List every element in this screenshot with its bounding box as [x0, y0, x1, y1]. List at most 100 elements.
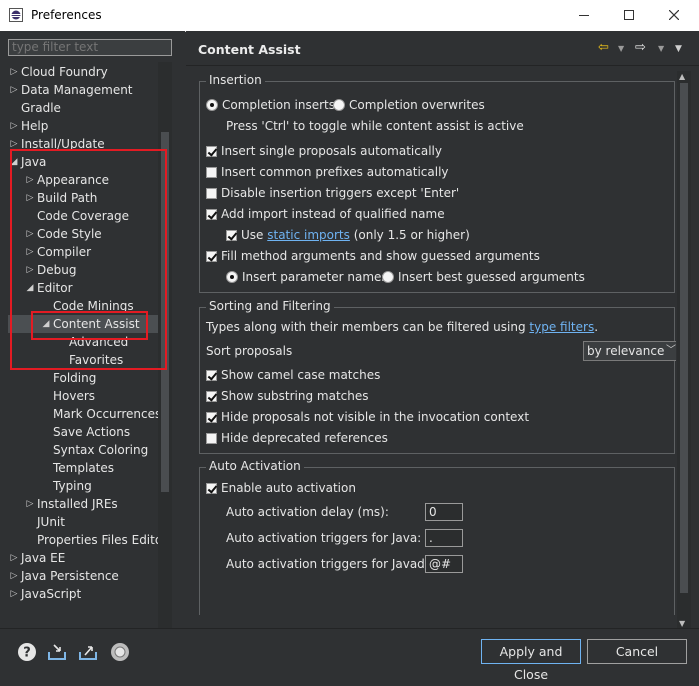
expand-right-icon[interactable]: ▷: [25, 261, 35, 279]
checkbox[interactable]: [206, 167, 217, 178]
expand-right-icon[interactable]: ▷: [9, 585, 19, 603]
sidebar-vertical-scrollbar[interactable]: [158, 62, 172, 636]
tree-item[interactable]: ▷ Java EE: [8, 549, 158, 567]
tree-item[interactable]: ▷ Installed JREs: [8, 495, 158, 513]
disable-triggers-checkbox[interactable]: Disable insertion triggers except 'Enter…: [206, 184, 459, 202]
insert-single-checkbox[interactable]: Insert single proposals automatically: [206, 142, 442, 160]
checkbox[interactable]: [206, 483, 217, 494]
completion-inserts-radio[interactable]: Completion inserts: [206, 96, 335, 114]
checkbox[interactable]: [206, 412, 217, 423]
checkbox[interactable]: [206, 209, 217, 220]
checkbox[interactable]: [226, 230, 237, 241]
apply-and-close-button[interactable]: Apply and Close: [481, 639, 581, 682]
add-import-checkbox[interactable]: Add import instead of qualified name: [206, 205, 445, 223]
tree-item[interactable]: ▷ Debug: [8, 261, 158, 279]
insert-best-guessed-radio[interactable]: Insert best guessed arguments: [382, 268, 585, 286]
tree-item[interactable]: Hovers: [8, 387, 158, 405]
javadoc-triggers-input[interactable]: [425, 555, 463, 573]
checkbox[interactable]: [206, 433, 217, 444]
tree-item[interactable]: ▷ Build Path: [8, 189, 158, 207]
completion-overwrites-radio[interactable]: Completion overwrites: [333, 96, 485, 114]
enable-auto-activation-checkbox[interactable]: Enable auto activation: [206, 479, 356, 497]
scrollbar-thumb[interactable]: [680, 83, 688, 593]
radio-button[interactable]: [333, 99, 345, 111]
tree-item[interactable]: ▷ Java Persistence: [8, 567, 158, 585]
insert-common-checkbox[interactable]: Insert common prefixes automatically: [206, 163, 449, 181]
tree-item[interactable]: ▷ JavaScript: [8, 585, 158, 603]
substring-checkbox[interactable]: Show substring matches: [206, 387, 369, 405]
back-arrow-icon[interactable]: ⇦: [598, 40, 609, 55]
tree-item[interactable]: ◢ Java: [8, 153, 158, 171]
minimize-button[interactable]: [561, 0, 607, 31]
tree-item[interactable]: Save Actions: [8, 423, 158, 441]
radio-button[interactable]: [382, 271, 394, 283]
help-icon[interactable]: ?: [16, 641, 38, 663]
view-menu-icon[interactable]: ▼: [675, 44, 682, 54]
checkbox[interactable]: [206, 146, 217, 157]
expand-right-icon[interactable]: ▷: [9, 549, 19, 567]
expand-right-icon[interactable]: ▷: [9, 117, 19, 135]
use-static-imports-checkbox[interactable]: Use static imports (only 1.5 or higher): [226, 226, 470, 244]
cancel-button[interactable]: Cancel: [587, 639, 687, 664]
tree-item[interactable]: Folding: [8, 369, 158, 387]
insert-parameter-names-radio[interactable]: Insert parameter names: [226, 268, 388, 286]
expand-right-icon[interactable]: ▷: [9, 63, 19, 81]
tree-item[interactable]: Templates: [8, 459, 158, 477]
checkbox[interactable]: [206, 188, 217, 199]
radio-button[interactable]: [206, 99, 218, 111]
tree-item[interactable]: ▷ Code Style: [8, 225, 158, 243]
back-menu-icon[interactable]: ▼: [618, 44, 624, 53]
static-imports-link[interactable]: static imports: [267, 228, 350, 242]
sort-proposals-select[interactable]: by relevance ﹀: [583, 341, 676, 361]
tree-item[interactable]: Favorites: [8, 351, 158, 369]
fill-method-arguments-checkbox[interactable]: Fill method arguments and show guessed a…: [206, 247, 540, 265]
hide-deprecated-checkbox[interactable]: Hide deprecated references: [206, 429, 388, 447]
tree-item[interactable]: ◢ Content Assist: [8, 315, 158, 333]
delay-input[interactable]: [425, 503, 463, 521]
tree-item[interactable]: Mark Occurrences: [8, 405, 158, 423]
filter-input[interactable]: [8, 39, 172, 56]
tree-item[interactable]: Properties Files Edito: [8, 531, 158, 549]
type-filters-link[interactable]: type filters: [529, 320, 594, 334]
expand-down-icon[interactable]: ◢: [25, 279, 35, 297]
expand-down-icon[interactable]: ◢: [9, 153, 19, 171]
close-button[interactable]: [651, 0, 697, 31]
expand-right-icon[interactable]: ▷: [9, 81, 19, 99]
hide-invisible-checkbox[interactable]: Hide proposals not visible in the invoca…: [206, 408, 529, 426]
tree-item[interactable]: Code Minings: [8, 297, 158, 315]
expand-right-icon[interactable]: ▷: [25, 243, 35, 261]
expand-right-icon[interactable]: ▷: [25, 189, 35, 207]
tree-item[interactable]: ◢ Editor: [8, 279, 158, 297]
tree-item[interactable]: Syntax Coloring: [8, 441, 158, 459]
oomph-icon[interactable]: [109, 641, 131, 663]
tree-item[interactable]: Advanced: [8, 333, 158, 351]
export-icon[interactable]: [77, 641, 99, 663]
expand-down-icon[interactable]: ◢: [41, 315, 51, 333]
maximize-button[interactable]: [606, 0, 652, 31]
checkbox[interactable]: [206, 370, 217, 381]
import-icon[interactable]: [46, 641, 68, 663]
scroll-down-icon[interactable]: ▼: [679, 619, 685, 628]
camel-case-checkbox[interactable]: Show camel case matches: [206, 366, 380, 384]
expand-right-icon[interactable]: ▷: [25, 225, 35, 243]
tree-item[interactable]: ▷ Data Management: [8, 81, 158, 99]
tree-item[interactable]: Gradle: [8, 99, 158, 117]
radio-button[interactable]: [226, 271, 238, 283]
tree-item[interactable]: JUnit: [8, 513, 158, 531]
checkbox[interactable]: [206, 251, 217, 262]
tree-item[interactable]: ▷ Appearance: [8, 171, 158, 189]
tree-item[interactable]: ▷ Install/Update: [8, 135, 158, 153]
expand-right-icon[interactable]: ▷: [25, 171, 35, 189]
tree-item[interactable]: ▷ Help: [8, 117, 158, 135]
checkbox[interactable]: [206, 391, 217, 402]
tree-item[interactable]: ▷ Compiler: [8, 243, 158, 261]
forward-arrow-icon[interactable]: ⇨: [635, 40, 646, 55]
tree-item[interactable]: ▷ Cloud Foundry: [8, 63, 158, 81]
expand-right-icon[interactable]: ▷: [25, 495, 35, 513]
tree-item[interactable]: Typing: [8, 477, 158, 495]
content-vertical-scrollbar[interactable]: ▲ ▼: [677, 71, 691, 631]
scroll-up-icon[interactable]: ▲: [679, 72, 685, 81]
expand-right-icon[interactable]: ▷: [9, 135, 19, 153]
tree-item[interactable]: Code Coverage: [8, 207, 158, 225]
forward-menu-icon[interactable]: ▼: [658, 44, 664, 53]
